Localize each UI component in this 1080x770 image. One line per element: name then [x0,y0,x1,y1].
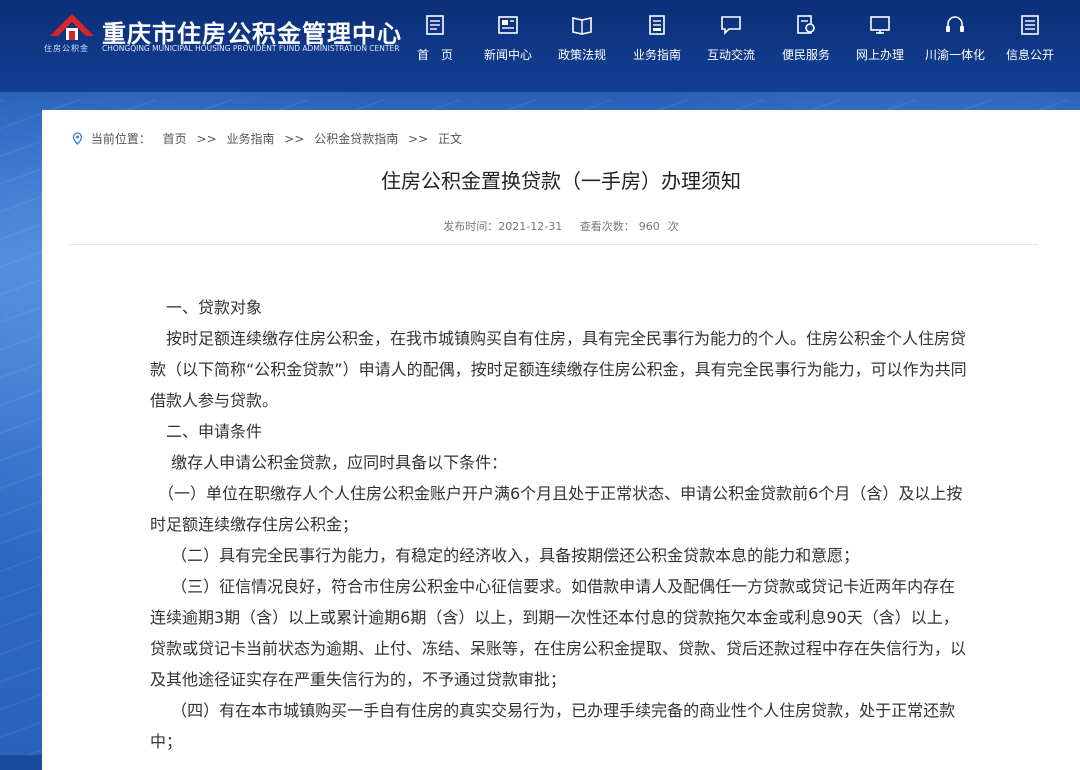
article-title: 住房公积金置换贷款（一手房）办理须知 [381,169,741,193]
nav-label: 互动交流 [706,48,755,62]
nav-item-guide[interactable]: 业务指南 [620,10,694,74]
guide-icon [649,15,665,35]
monitor-icon [870,16,890,34]
nav-item-news[interactable]: 新闻中心 [471,10,545,74]
nav-item-chuanyu[interactable]: 川渝一体化 [918,10,992,74]
views-count: 960 [638,220,660,233]
article-paragraph: （一）单位在职缴存人个人住房公积金账户开户满6个月且处于正常状态、申请公积金贷款… [150,484,963,534]
breadcrumb-loan-guide[interactable]: 公积金贷款指南 [314,132,398,146]
home-doc-icon [426,15,444,35]
views-label: 查看次数： [579,220,635,233]
article-paragraph: （二）具有完全民事行为能力，有稳定的经济收入，具备按期偿还公积金贷款本息的能力和… [150,546,860,565]
divider [68,244,1038,245]
article-meta: 发布时间：2021-12-31 查看次数： 960 次 [42,218,1080,234]
breadcrumb-prefix: 当前位置： [90,132,151,146]
nav-label: 便民服务 [781,48,830,62]
article-paragraph: 二、申请条件 [150,422,263,441]
publish-date: 2021-12-31 [498,220,563,233]
breadcrumb-separator: >> [284,132,305,146]
location-pin-icon [72,132,83,148]
publish-label: 发布时间： [443,220,499,233]
nav-label: 业务指南 [632,48,681,62]
breadcrumb-home[interactable]: 首页 [163,132,187,146]
nav-item-info[interactable]: 信息公开 [993,10,1067,74]
site-header: 住房公积金 重庆市住房公积金管理中心 CHONGQING MUNICIPAL H… [0,0,1080,92]
logo-caption: 住房公积金 [44,44,89,53]
article-body: 一、贷款对象 按时足额连续缴存住房公积金，在我市城镇购买自有住房，具有完全民事行… [150,292,970,757]
nav-label: 政策法规 [557,48,606,62]
chat-icon [721,16,741,35]
site-title-en: CHONGQING MUNICIPAL HOUSING PROVIDENT FU… [102,44,400,53]
nav-label: 信息公开 [1005,48,1054,62]
service-icon [797,15,815,34]
article-paragraph: （三）征信情况良好，符合市住房公积金中心征信要求。如借款申请人及配偶任一方贷款或… [150,577,967,689]
breadcrumb-separator: >> [196,132,217,146]
article-paragraph: 按时足额连续缴存住房公积金，在我市城镇购买自有住房，具有完全民事行为能力的个人。… [150,329,967,410]
nav-label: 新闻中心 [483,48,532,62]
content-card: 当前位置： 首页 >> 业务指南 >> 公积金贷款指南 >> 正文 住房公积金置… [42,110,1080,770]
nav-item-online[interactable]: 网上办理 [843,10,917,74]
nav-item-interaction[interactable]: 互动交流 [694,10,768,74]
house-logo-icon [50,14,94,40]
nav-label: 首 页 [416,48,453,62]
article-paragraph: 一、贷款对象 [150,298,263,317]
nav-item-policy[interactable]: 政策法规 [545,10,619,74]
breadcrumb: 当前位置： 首页 >> 业务指南 >> 公积金贷款指南 >> 正文 [72,130,462,148]
nav-label: 网上办理 [855,48,904,62]
article-paragraph: （四）有在本市城镇购买一手自有住房的真实交易行为，已办理手续完备的商业性个人住房… [150,701,956,751]
nav-item-home[interactable]: 首 页 [398,10,472,74]
views-unit: 次 [667,220,679,233]
nav-label: 川渝一体化 [924,48,985,62]
nav-item-service[interactable]: 便民服务 [769,10,843,74]
info-icon [1021,15,1039,35]
breadcrumb-separator: >> [408,132,429,146]
news-icon [498,16,518,34]
breadcrumb-business-guide[interactable]: 业务指南 [226,132,274,146]
book-icon [572,17,592,35]
breadcrumb-current: 正文 [438,132,463,146]
article-paragraph: 缴存人申请公积金贷款，应同时具备以下条件： [150,453,508,472]
headset-icon [946,16,964,32]
